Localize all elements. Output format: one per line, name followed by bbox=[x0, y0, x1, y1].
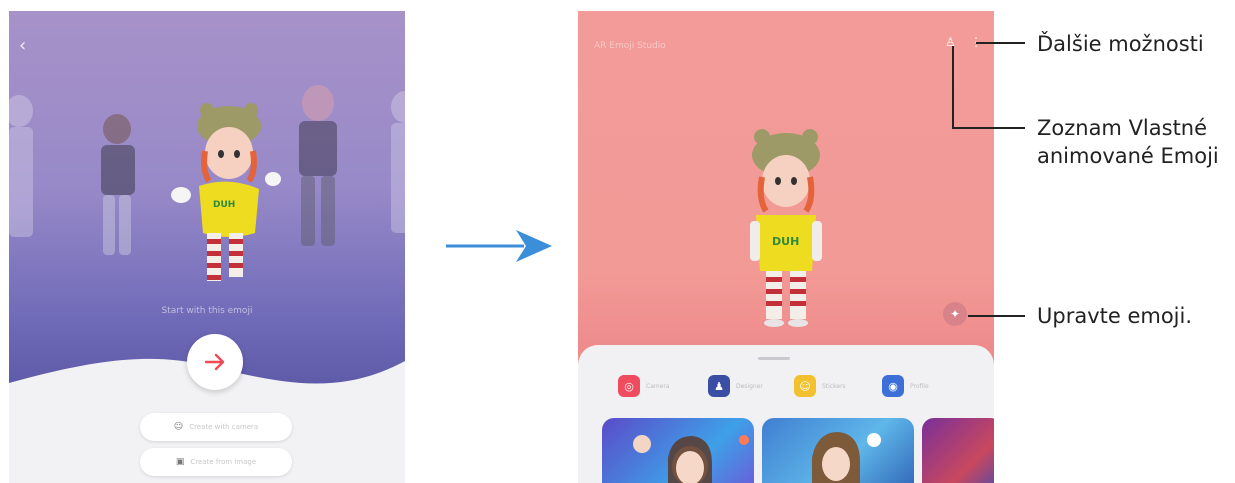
callout-more-options: Ďalšie možnosti bbox=[1037, 32, 1204, 56]
callout-emoji-list-line1: Zoznam Vlastné bbox=[1037, 116, 1208, 140]
callout-lines bbox=[952, 42, 1025, 317]
callout-emoji-list-line2: animované Emoji bbox=[1037, 144, 1219, 168]
callout-edit-emoji: Upravte emoji. bbox=[1037, 304, 1193, 328]
